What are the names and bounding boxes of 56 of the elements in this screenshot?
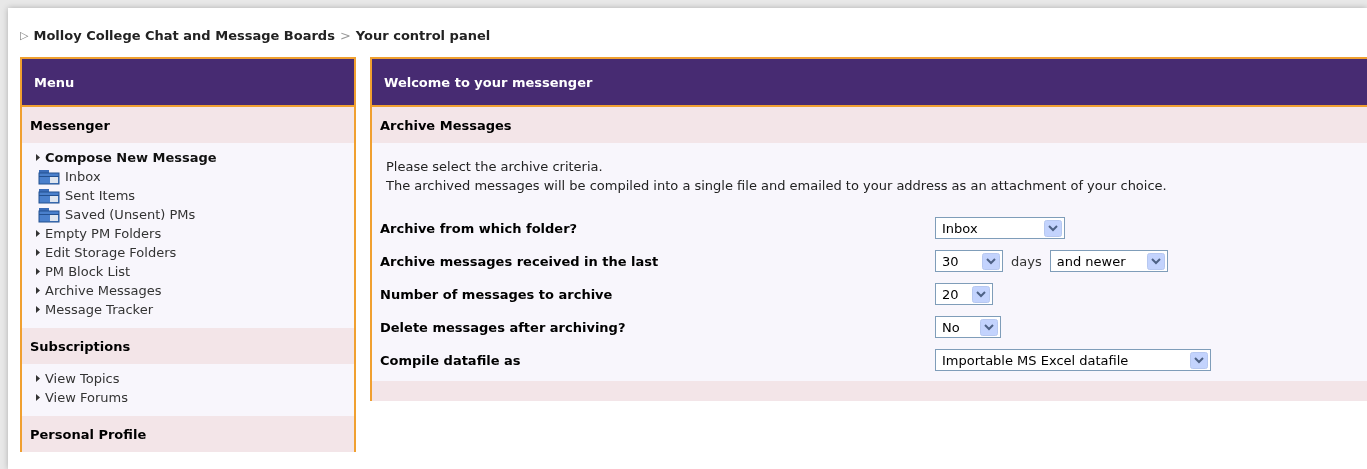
section-heading: Archive Messages	[372, 107, 1367, 143]
field-label: Archive messages received in the last	[380, 253, 660, 269]
intro-text: Please select the archive criteria. The archived messages will be compiled into a single file and emailed to your address as an attachment of your choice.	[386, 158, 1168, 195]
menu-link-label: Message Tracker	[45, 302, 153, 317]
menu-link-label: Compose New Message	[45, 150, 217, 165]
menu-link-label: PM Block List	[45, 264, 131, 279]
menu-section-heading: Messenger	[22, 107, 354, 143]
menu-link[interactable]: Inbox	[36, 167, 354, 186]
menu-link[interactable]: Message Tracker	[36, 300, 354, 319]
menu-link[interactable]: Edit Storage Folders	[36, 243, 354, 262]
menu-link-label: View Topics	[45, 371, 120, 386]
triangle-bullet-icon	[36, 375, 40, 382]
menu-link-label: Archive Messages	[45, 283, 162, 298]
folder-icon	[38, 168, 60, 185]
breadcrumb-link[interactable]: Your control panel	[355, 28, 491, 43]
breadcrumb-marker: ▷	[20, 29, 29, 42]
menu-section-heading: Personal Profile	[22, 416, 354, 452]
folder-icon	[38, 206, 60, 223]
menu-link-label: Inbox	[65, 169, 101, 184]
triangle-bullet-icon	[36, 249, 40, 256]
menu-section-heading: Subscriptions	[22, 328, 354, 364]
triangle-bullet-icon	[36, 154, 40, 161]
field-label: Archive from which folder?	[380, 220, 579, 236]
menu-link-label: Saved (Unsent) PMs	[65, 207, 196, 222]
dropdown[interactable]: 30	[935, 250, 1003, 272]
dropdown[interactable]: and newer	[1049, 250, 1168, 272]
breadcrumb-link[interactable]: Molloy College Chat and Message Boards	[33, 28, 335, 43]
menu-link[interactable]: Saved (Unsent) PMs	[36, 205, 354, 224]
folder-icon	[38, 187, 60, 204]
panel-title: Menu	[22, 59, 354, 107]
menu-link-label: Empty PM Folders	[45, 226, 162, 241]
menu-link[interactable]: View Forums	[36, 388, 354, 407]
triangle-bullet-icon	[36, 287, 40, 294]
panel-title: Welcome to your messenger	[372, 59, 1367, 107]
triangle-bullet-icon	[36, 394, 40, 401]
menu-link-label: Sent Items	[65, 188, 136, 203]
field-label: Compile datafile as	[380, 352, 522, 368]
unit-label: days	[1011, 253, 1042, 269]
menu-link-label: View Forums	[45, 390, 128, 405]
menu-link[interactable]: Empty PM Folders	[36, 224, 354, 243]
menu-link[interactable]: PM Block List	[36, 262, 354, 281]
field-label: Delete messages after archiving?	[380, 319, 627, 335]
menu-link-label: Edit Storage Folders	[45, 245, 177, 260]
menu-link[interactable]: Archive Messages	[36, 281, 354, 300]
dropdown[interactable]: Importable MS Excel datafile	[935, 349, 1211, 371]
field-label: Number of messages to archive	[380, 286, 614, 302]
breadcrumb-separator: >	[339, 28, 351, 43]
dropdown[interactable]: Inbox	[935, 217, 1065, 239]
triangle-bullet-icon	[36, 230, 40, 237]
menu-link[interactable]: Compose New Message	[36, 148, 354, 167]
triangle-bullet-icon	[36, 306, 40, 313]
dropdown[interactable]: 20	[935, 283, 993, 305]
menu-link[interactable]: View Topics	[36, 369, 354, 388]
menu-link[interactable]: Sent Items	[36, 186, 354, 205]
triangle-bullet-icon	[36, 268, 40, 275]
dropdown[interactable]: No	[935, 316, 1001, 338]
